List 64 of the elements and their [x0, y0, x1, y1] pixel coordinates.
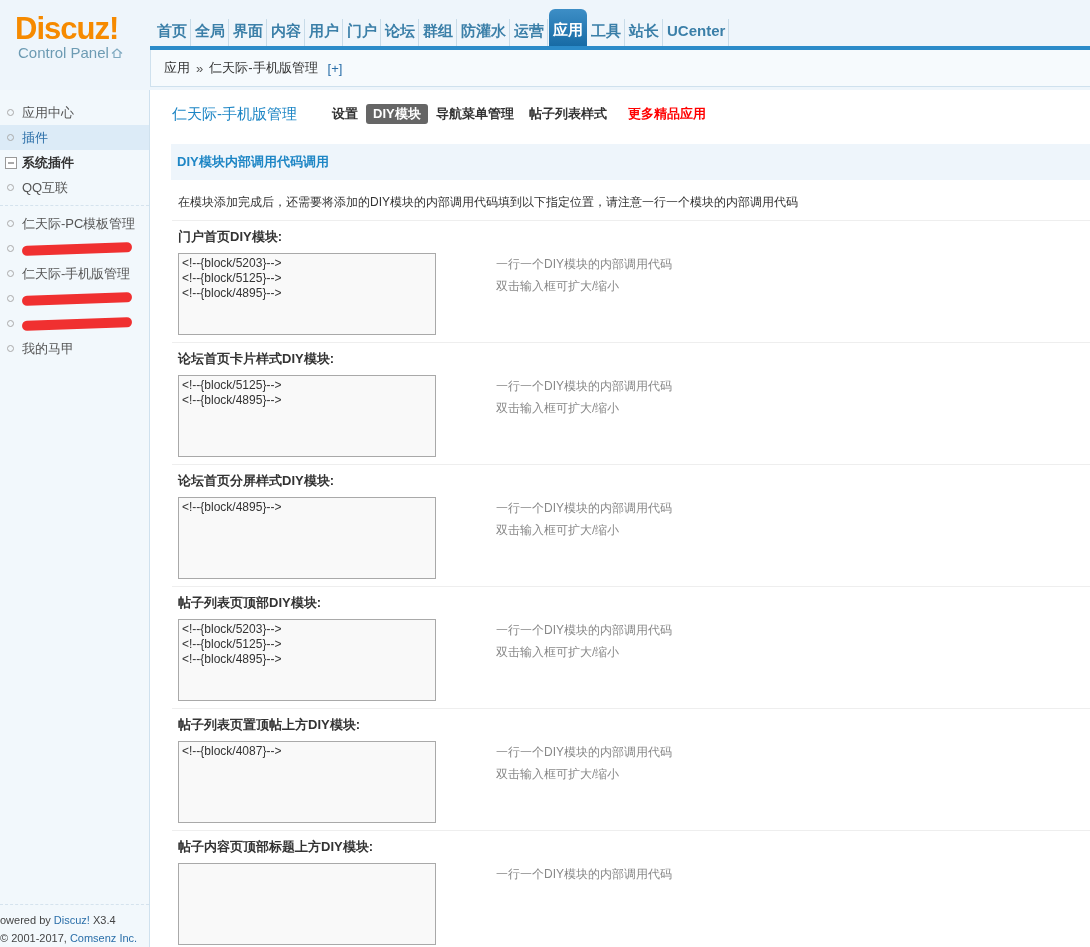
- hint-text: 一行一个DIY模块的内部调用代码: [496, 500, 672, 517]
- nav-tab[interactable]: 论坛: [382, 19, 419, 46]
- collapse-icon[interactable]: [5, 156, 17, 169]
- sidebar-item[interactable]: QQ互联: [0, 175, 149, 200]
- hint-text: 一行一个DIY模块的内部调用代码: [496, 866, 672, 883]
- footer-text: © 2001-2017, Comsenz Inc.: [0, 931, 139, 946]
- tab[interactable]: 帖子列表样式: [521, 104, 614, 124]
- nav-tab[interactable]: 门户: [344, 19, 381, 46]
- breadcrumb-current: 仁天际-手机版管理: [209, 59, 318, 77]
- field-label: 论坛首页卡片样式DIY模块:: [178, 350, 335, 368]
- sidebar-group[interactable]: 系统插件: [0, 150, 149, 175]
- add-shortcut-link[interactable]: [+]: [327, 60, 343, 76]
- nav-tab[interactable]: 用户: [306, 19, 343, 46]
- code-field[interactable]: <!--{block/5203}--> <!--{block/5125}--> <!--{block/4895}-->: [178, 619, 436, 701]
- nav-tab[interactable]: 群组: [420, 19, 457, 46]
- field-label: 帖子内容页顶部标题上方DIY模块:: [178, 838, 374, 856]
- nav-tab[interactable]: 内容: [268, 19, 305, 46]
- sidebar-item[interactable]: 应用中心: [0, 100, 149, 125]
- breadcrumb-separator: »: [196, 60, 204, 76]
- breadcrumb-link[interactable]: 应用: [164, 59, 190, 77]
- logo-text: Discuz!: [15, 14, 120, 44]
- code-field[interactable]: <!--{block/5125}--> <!--{block/4895}-->: [178, 375, 436, 457]
- field-label: 门户首页DIY模块:: [178, 228, 283, 246]
- hint-text: 双击输入框可扩大/缩小: [496, 766, 621, 783]
- tab[interactable]: 导航菜单管理: [428, 104, 521, 124]
- page-title: 仁天际-手机版管理: [172, 104, 297, 124]
- nav-tab[interactable]: UCenter: [664, 19, 730, 46]
- code-field[interactable]: <!--{block/4087}-->: [178, 741, 436, 823]
- sidebar-item[interactable]: 仁天际-手机版管理: [0, 261, 149, 286]
- hint-text: 双击输入框可扩大/缩小: [496, 644, 621, 661]
- nav-tab[interactable]: 全局: [192, 19, 229, 46]
- footer-text: owered by Discuz! X3.4: [0, 913, 117, 928]
- code-field[interactable]: <!--{block/5203}--> <!--{block/5125}--> <!--{block/4895}-->: [178, 253, 436, 335]
- nav-tab[interactable]: 界面: [230, 19, 267, 46]
- field-label: 论坛首页分屏样式DIY模块:: [178, 472, 335, 490]
- nav-tab[interactable]: 站长: [626, 19, 663, 46]
- hint-text: 一行一个DIY模块的内部调用代码: [496, 378, 672, 395]
- description-text: 在模块添加完成后，还需要将添加的DIY模块的内部调用代码填到以下指定位置，请注意一行一个模块的内部调用代码: [172, 180, 1090, 221]
- code-field[interactable]: <!--{block/4895}-->: [178, 497, 436, 579]
- nav-tab[interactable]: 运营: [511, 19, 548, 46]
- hint-text: 双击输入框可扩大/缩小: [496, 278, 621, 295]
- field-label: 帖子列表页顶部DIY模块:: [178, 594, 322, 612]
- promo-link[interactable]: 更多精品应用: [620, 104, 713, 124]
- hint-text: 一行一个DIY模块的内部调用代码: [496, 744, 672, 761]
- nav-tab[interactable]: 首页: [154, 19, 191, 46]
- section-header: DIY模块内部调用代码调用: [171, 144, 1090, 180]
- hint-text: 一行一个DIY模块的内部调用代码: [496, 622, 672, 639]
- hint-text: 双击输入框可扩大/缩小: [496, 522, 621, 539]
- tab[interactable]: 设置: [325, 104, 365, 124]
- tab[interactable]: DIY模块: [366, 104, 428, 124]
- nav-tab[interactable]: 防灌水: [458, 19, 510, 46]
- field-label: 帖子列表页置顶帖上方DIY模块:: [178, 716, 361, 734]
- home-icon[interactable]: [110, 46, 123, 59]
- sidebar-item[interactable]: 插件: [0, 125, 149, 150]
- nav-tab[interactable]: 应用: [549, 9, 587, 46]
- logo-subtitle: Control Panel: [18, 44, 109, 61]
- code-field[interactable]: [178, 863, 436, 945]
- nav-tab[interactable]: 工具: [588, 19, 625, 46]
- hint-text: 一行一个DIY模块的内部调用代码: [496, 256, 672, 273]
- sidebar-item[interactable]: 仁天际-PC模板管理: [0, 211, 149, 236]
- footer-link[interactable]: Comsenz Inc.: [69, 932, 138, 944]
- sidebar-item[interactable]: 我的马甲: [0, 336, 149, 361]
- footer-link[interactable]: Discuz!: [53, 914, 90, 926]
- hint-text: 双击输入框可扩大/缩小: [496, 400, 621, 417]
